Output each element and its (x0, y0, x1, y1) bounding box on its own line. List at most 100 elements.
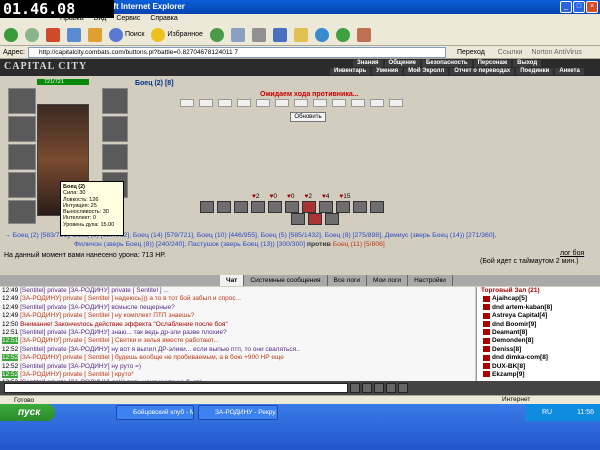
user-item[interactable]: DUX-BK[8] (477, 363, 600, 371)
refresh-button[interactable]: Обновить (290, 112, 326, 122)
user-item[interactable]: Ekzamp[9] (477, 371, 600, 379)
print-button[interactable] (250, 26, 268, 44)
norton-label[interactable]: Norton AntiVirus (525, 49, 581, 56)
nav-skills[interactable]: Умения (372, 68, 403, 75)
battle-slot[interactable] (370, 99, 384, 107)
battle-slot[interactable] (218, 99, 232, 107)
battle-slot[interactable] (199, 99, 213, 107)
chat-message: 12:52 [ЗА-РОДИНУ] private [ Sentitel ] б… (0, 354, 475, 362)
smiles-button[interactable] (374, 383, 384, 393)
task-button[interactable]: Бойцовский клуб - М... (116, 405, 194, 420)
skill-icon[interactable] (268, 201, 282, 213)
minimize-button[interactable]: _ (560, 1, 572, 13)
user-item[interactable]: dnd Boomir[9] (477, 321, 600, 329)
skill-icon[interactable] (200, 201, 214, 213)
skill-icon[interactable] (319, 201, 333, 213)
tab-all-logs[interactable]: Все логи (328, 275, 368, 286)
battle-slot[interactable] (294, 99, 308, 107)
nav-ekroll[interactable]: Мой Экролл (404, 68, 449, 75)
tab-system[interactable]: Системные сообщения (244, 275, 328, 286)
nav-communication[interactable]: Общение (384, 60, 420, 67)
maximize-button[interactable]: □ (573, 1, 585, 13)
nav-profile[interactable]: Анкета (555, 68, 584, 75)
user-item[interactable]: Demonden[8] (477, 337, 600, 345)
nav-knowledge[interactable]: Знания (353, 60, 383, 67)
go-button[interactable]: Переход (449, 49, 485, 56)
mail-button[interactable] (229, 26, 247, 44)
send-button[interactable] (350, 383, 360, 393)
skill-icon[interactable] (251, 201, 265, 213)
skill-icon[interactable] (308, 213, 322, 225)
nav-transfers[interactable]: Отчет о переводах (450, 68, 515, 75)
user-item[interactable]: dnd dimka-com[8] (477, 354, 600, 362)
home-button[interactable] (86, 26, 104, 44)
user-item[interactable]: Deniss[8] (477, 346, 600, 354)
nav-battles[interactable]: Поединки (516, 68, 554, 75)
menu-tools[interactable]: Сервис (116, 14, 140, 24)
start-button[interactable]: пуск (0, 404, 55, 421)
battle-slot[interactable] (256, 99, 270, 107)
tab-settings[interactable]: Настройки (408, 275, 453, 286)
skill-icon[interactable] (217, 201, 231, 213)
menu-help[interactable]: Справка (150, 14, 177, 24)
history-button[interactable] (208, 26, 226, 44)
nav-character[interactable]: Персонаж (473, 60, 512, 67)
chat-input[interactable] (4, 383, 348, 393)
battle-slot[interactable] (332, 99, 346, 107)
item-slot[interactable] (8, 116, 36, 142)
item-slot[interactable] (8, 144, 36, 170)
chat-time: 12:52 (2, 354, 19, 362)
nav-exit[interactable]: Выход (513, 60, 542, 67)
edit-button[interactable] (271, 26, 289, 44)
translate-button[interactable] (355, 26, 373, 44)
skill-icon[interactable] (325, 213, 339, 225)
item-slot[interactable] (8, 172, 36, 198)
address-input[interactable]: http://capitalcity.combats.com/buttons.p… (27, 46, 446, 58)
battle-slot[interactable] (351, 99, 365, 107)
favorites-button[interactable]: Избранное (149, 26, 204, 44)
item-slot[interactable] (102, 88, 128, 114)
discuss-button[interactable] (292, 26, 310, 44)
user-item[interactable]: dnd artem-kaban[8] (477, 304, 600, 312)
user-item[interactable]: Astreya Capital[4] (477, 312, 600, 320)
tab-chat[interactable]: Чат (220, 275, 245, 286)
nav-security[interactable]: Безопасность (421, 60, 472, 67)
system-tray: 11:56 (525, 404, 600, 421)
skill-icon[interactable] (291, 213, 305, 225)
enemy-name[interactable]: Боец (2) [8] (135, 80, 174, 87)
battle-slot[interactable] (180, 99, 194, 107)
nav-inventory[interactable]: Инвентарь (330, 68, 371, 75)
links-label[interactable]: Ссылки (488, 49, 523, 56)
skill-icon[interactable] (370, 201, 384, 213)
skill-icon[interactable] (234, 201, 248, 213)
battle-slot[interactable] (275, 99, 289, 107)
language-indicator[interactable]: RU (542, 405, 552, 420)
user-item[interactable]: Ajaihcap[5] (477, 295, 600, 303)
skill-icon[interactable] (336, 201, 350, 213)
user-item[interactable]: Deamant[8] (477, 329, 600, 337)
battle-log-link[interactable]: лог боя (560, 250, 584, 257)
tab-my-logs[interactable]: Мои логи (367, 275, 409, 286)
battle-slot[interactable] (313, 99, 327, 107)
clear-button[interactable] (362, 383, 372, 393)
flower-button[interactable] (334, 26, 352, 44)
messenger-button[interactable] (313, 26, 331, 44)
stop-button[interactable] (44, 26, 62, 44)
skill-icon[interactable] (302, 201, 316, 213)
battle-slot[interactable] (389, 99, 403, 107)
skill-icon[interactable] (285, 201, 299, 213)
skill-icon[interactable] (353, 201, 367, 213)
search-button[interactable]: Поиск (107, 26, 146, 44)
close-button[interactable]: × (586, 1, 598, 13)
item-slot[interactable] (8, 200, 36, 224)
back-button[interactable] (2, 26, 20, 44)
task-button[interactable]: ЗА-РОДИНУ - Рекру... (198, 405, 278, 420)
item-slot[interactable] (102, 116, 128, 142)
filter-button[interactable] (386, 383, 396, 393)
battle-slot[interactable] (237, 99, 251, 107)
item-slot[interactable] (102, 144, 128, 170)
item-slot[interactable] (8, 88, 36, 114)
refresh-page-button[interactable] (65, 26, 83, 44)
forward-button[interactable] (23, 26, 41, 44)
chat-mode-button[interactable] (398, 383, 408, 393)
